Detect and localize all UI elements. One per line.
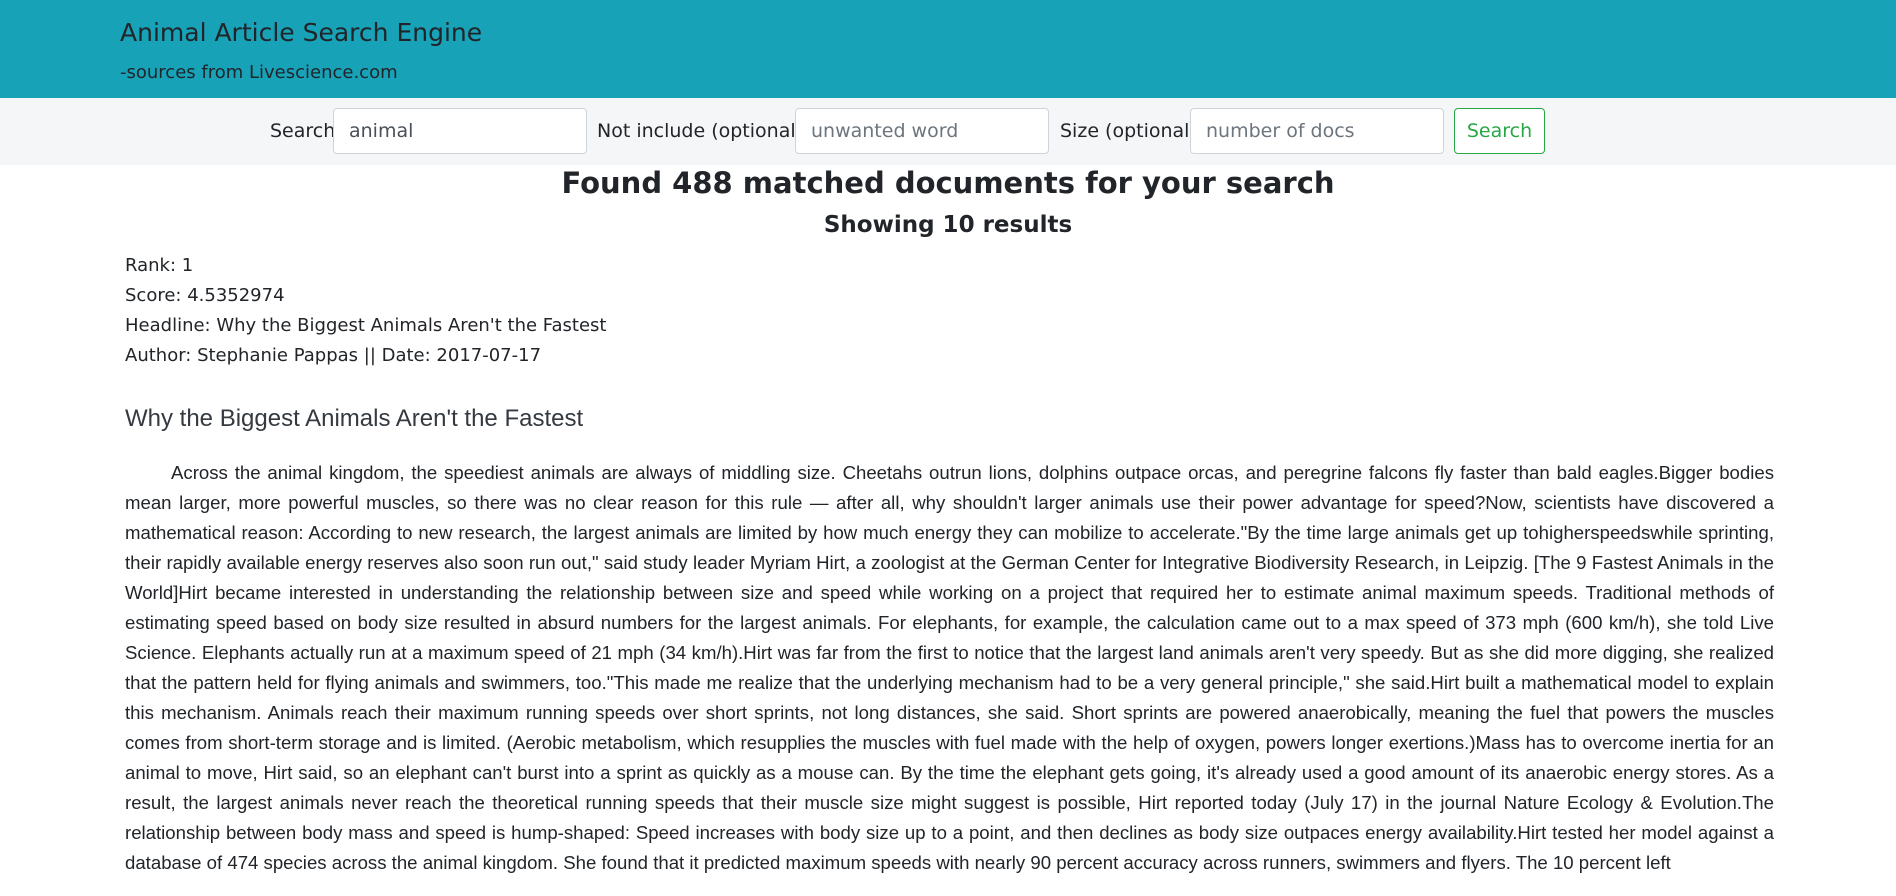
exclude-input[interactable] (795, 108, 1049, 154)
search-label: Search: (270, 120, 342, 142)
exclude-label: Not include (optional): (597, 120, 810, 142)
article-title: Why the Biggest Animals Aren't the Faste… (125, 405, 584, 432)
search-button[interactable]: Search (1454, 108, 1545, 154)
search-form: Search: Not include (optional): Size (op… (0, 98, 1896, 165)
result-rank: Rank: 1 (125, 255, 194, 276)
article-body: Across the animal kingdom, the speediest… (125, 462, 1774, 873)
app-title: Animal Article Search Engine (120, 18, 483, 47)
result-author-date: Author: Stephanie Pappas || Date: 2017-0… (125, 345, 542, 366)
results-showing-heading: Showing 10 results (823, 212, 1073, 238)
app-subtitle: -sources from Livescience.com (120, 62, 398, 83)
size-input[interactable] (1190, 108, 1444, 154)
result-headline: Headline: Why the Biggest Animals Aren't… (125, 315, 607, 336)
size-label: Size (optional): (1060, 120, 1204, 142)
result-score: Score: 4.5352974 (125, 285, 285, 306)
search-input[interactable] (333, 108, 587, 154)
top-header: Animal Article Search Engine -sources fr… (0, 0, 1896, 98)
results-count-heading: Found 488 matched documents for your sea… (561, 166, 1335, 200)
